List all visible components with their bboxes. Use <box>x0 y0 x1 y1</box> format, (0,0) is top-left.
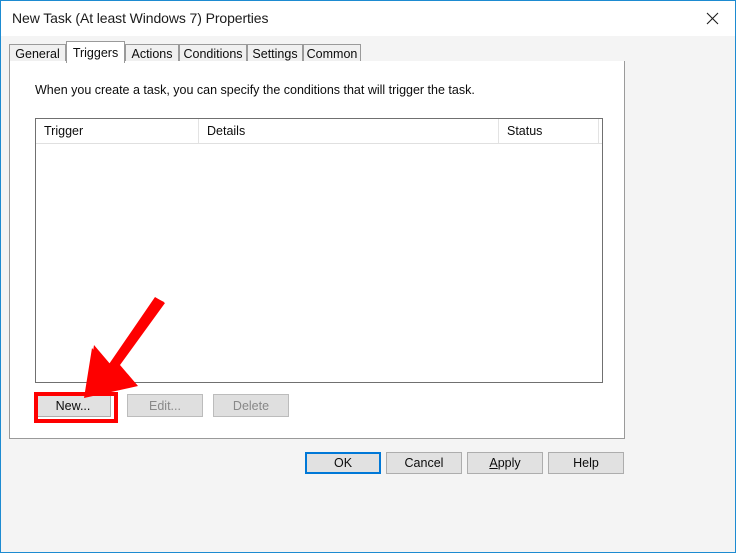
column-header-status[interactable]: Status <box>498 119 598 143</box>
edit-trigger-button: Edit... <box>127 394 203 417</box>
tab-common-label: Common <box>306 46 358 61</box>
title-bar: New Task (At least Windows 7) Properties <box>1 1 735 36</box>
close-icon <box>706 12 718 24</box>
close-button[interactable] <box>689 1 735 35</box>
column-header-details-label: Details <box>207 124 246 138</box>
column-header-status-label: Status <box>507 124 543 138</box>
apply-button-label-part: pply <box>497 456 521 470</box>
triggers-tab-page: When you create a task, you can specify … <box>9 61 625 439</box>
window-title: New Task (At least Windows 7) Properties <box>12 10 269 26</box>
tab-strip: General Triggers Actions Conditions Sett… <box>9 41 625 63</box>
ok-button[interactable]: OK <box>305 452 381 474</box>
tab-general-label: General <box>15 46 60 61</box>
listview-header: Trigger Details Status <box>36 119 602 144</box>
tab-conditions-label: Conditions <box>183 46 243 61</box>
column-header-trigger[interactable]: Trigger <box>36 119 198 143</box>
tab-actions-label: Actions <box>131 46 173 61</box>
page-description: When you create a task, you can specify … <box>35 83 475 97</box>
column-header-trigger-label: Trigger <box>44 124 84 138</box>
tab-triggers[interactable]: Triggers <box>66 41 125 63</box>
ok-button-label: OK <box>333 456 353 470</box>
tab-general[interactable]: General <box>9 44 66 62</box>
tab-actions[interactable]: Actions <box>125 44 179 62</box>
cancel-button[interactable]: Cancel <box>386 452 462 474</box>
help-button[interactable]: Help <box>548 452 624 474</box>
tab-settings-label: Settings <box>252 46 298 61</box>
tab-conditions[interactable]: Conditions <box>179 44 247 62</box>
listview-body[interactable] <box>36 144 602 382</box>
apply-button-accelerator: A <box>489 456 498 470</box>
delete-trigger-button: Delete <box>213 394 289 417</box>
properties-dialog-window: New Task (At least Windows 7) Properties… <box>0 0 736 553</box>
cancel-button-label: Cancel <box>404 456 444 470</box>
edit-trigger-button-label: Edit... <box>149 398 181 413</box>
tab-settings[interactable]: Settings <box>247 44 303 62</box>
delete-trigger-button-label: Delete <box>232 398 270 413</box>
new-trigger-button-label: New... <box>55 398 91 413</box>
apply-button[interactable]: Apply <box>467 452 543 474</box>
column-header-filler <box>598 119 604 143</box>
triggers-listview[interactable]: Trigger Details Status <box>35 118 603 383</box>
column-header-details[interactable]: Details <box>198 119 498 143</box>
new-trigger-button[interactable]: New... <box>35 394 111 417</box>
help-button-label: Help <box>573 456 599 470</box>
tab-common[interactable]: Common <box>303 44 361 62</box>
tab-triggers-label: Triggers <box>72 45 119 60</box>
